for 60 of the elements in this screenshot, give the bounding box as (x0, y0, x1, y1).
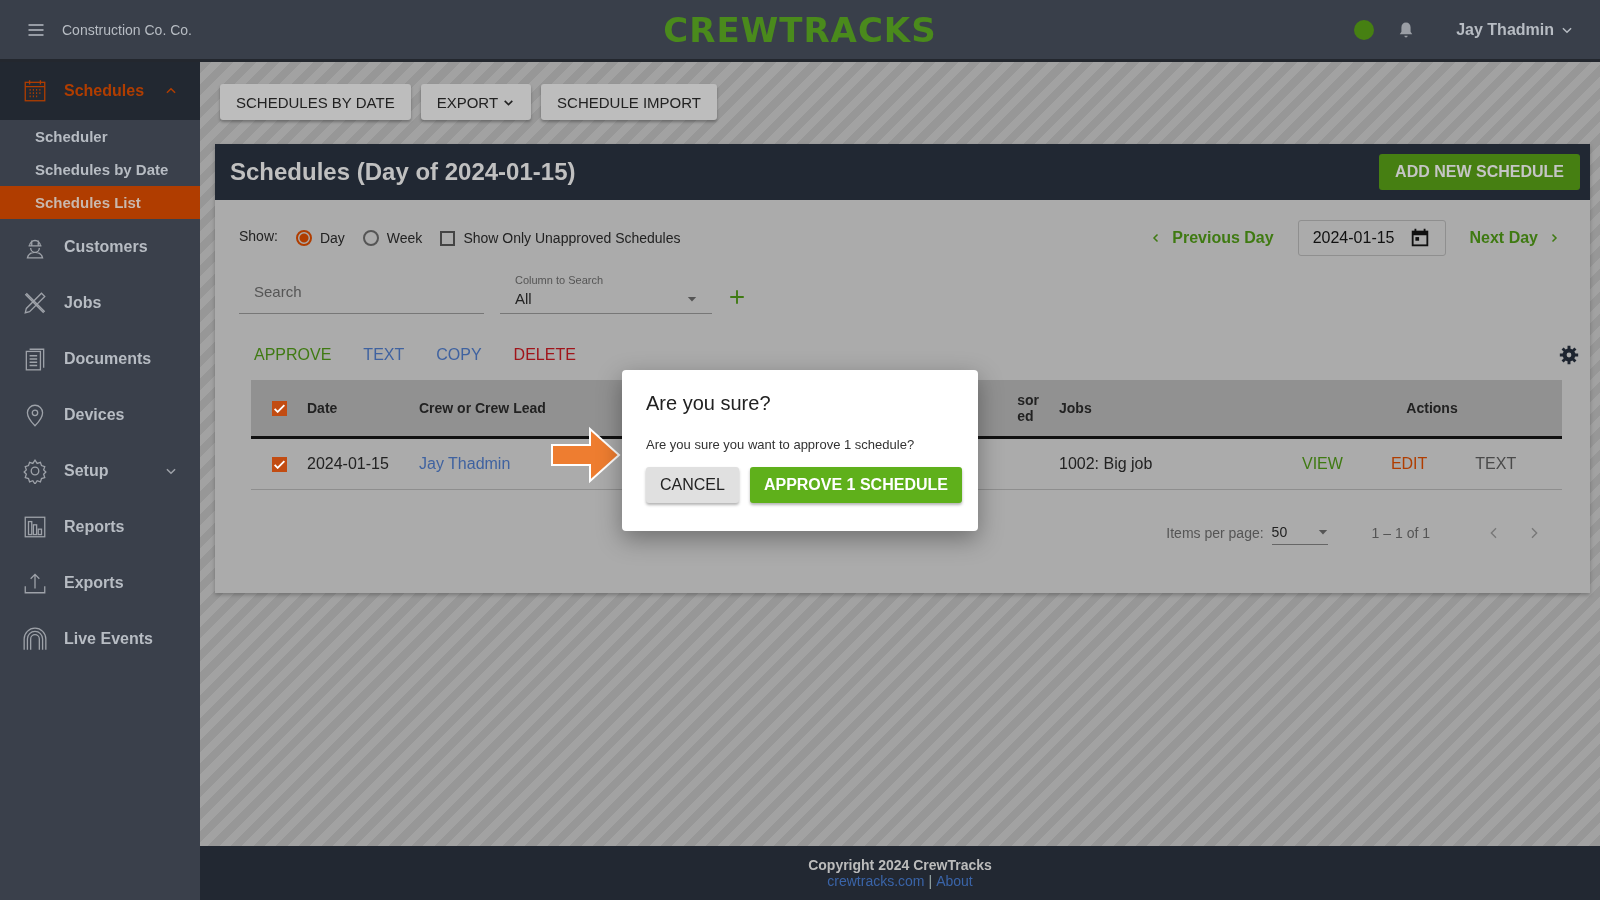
status-dot (1354, 19, 1375, 40)
calendar-icon (22, 78, 48, 104)
search-field[interactable]: Search (239, 270, 484, 314)
sidebar-item[interactable]: Exports (0, 555, 200, 611)
date-field[interactable]: 2024-01-15 (1297, 220, 1446, 256)
page-range: 1 – 1 of 1 (1371, 524, 1430, 541)
sidebar-item[interactable]: Reports (0, 499, 200, 555)
app-logo: CREWTRACKS (663, 10, 937, 50)
user-menu[interactable]: Jay Thadmin (1456, 20, 1574, 39)
column-header: sor ed (1017, 392, 1039, 424)
dialog-title: Are you sure? (646, 392, 772, 415)
column-header: Jobs (1059, 400, 1092, 416)
company-name: Construction Co. Co. (62, 21, 192, 38)
toolbar-button[interactable]: SCHEDULE IMPORT (541, 84, 717, 120)
check-icon (273, 403, 285, 413)
sidebar-item[interactable]: Customers (0, 219, 200, 275)
show-label: Show: (239, 228, 278, 244)
annotation-arrow (550, 426, 622, 484)
column-select[interactable]: Column to Search All (500, 274, 712, 314)
sidebar-item[interactable]: Jobs (0, 275, 200, 331)
page-size-select[interactable]: 50 (1271, 520, 1328, 545)
signal-arcs-icon (22, 626, 48, 652)
link-separator: | (928, 873, 933, 889)
sidebar-subitem[interactable]: Schedules List (0, 186, 200, 219)
dialog-message: Are you sure you want to approve 1 schedule? (646, 437, 916, 452)
items-per-page-label: Items per page: (1166, 524, 1264, 541)
sidebar-subitem[interactable]: Schedules by Date (0, 153, 200, 186)
toolbar-button[interactable]: SCHEDULES BY DATE (220, 84, 411, 120)
crossed-tools-icon (22, 290, 48, 316)
table-cell: 1002: Big job (1059, 455, 1153, 473)
checkbox[interactable] (440, 230, 456, 246)
sidebar-item[interactable]: Live Events (0, 611, 200, 667)
dropdown-triangle-icon (1317, 527, 1328, 537)
plus-icon (728, 288, 746, 306)
column-header: Crew or Crew Lead (419, 400, 546, 416)
bar-chart-icon (22, 514, 48, 540)
cancel-button[interactable]: CANCEL (646, 467, 739, 503)
gear-icon (22, 458, 48, 484)
bulk-action-link[interactable]: DELETE (513, 346, 576, 364)
sidebar-item[interactable]: Setup (0, 443, 200, 499)
radio-label: Day (319, 230, 345, 246)
row-action-link[interactable]: TEXT (1475, 455, 1517, 473)
sidebar-item[interactable]: Documents (0, 331, 200, 387)
checkbox-label: Show Only Unapproved Schedules (463, 230, 681, 246)
copyright-text: Copyright 2024 CrewTracks (808, 857, 992, 873)
radio-button[interactable] (362, 230, 379, 246)
settings-icon (1558, 344, 1580, 366)
card-title: Schedules (Day of 2024-01-15) (230, 158, 576, 186)
sidebar-subitem[interactable]: Scheduler (0, 120, 200, 153)
toolbar-button[interactable]: EXPORT (420, 84, 532, 120)
radio-label: Week (386, 230, 423, 246)
radio-button[interactable] (295, 230, 312, 246)
checkbox[interactable] (271, 400, 287, 416)
column-header: Actions (1406, 400, 1458, 416)
check-icon (273, 459, 285, 469)
checkbox[interactable] (271, 456, 287, 472)
add-schedule-button[interactable]: ADD NEW SCHEDULE (1379, 154, 1580, 190)
table-cell: 2024-01-15 (307, 455, 389, 473)
column-header: Date (307, 400, 338, 416)
sidebar-item[interactable]: Devices (0, 387, 200, 443)
